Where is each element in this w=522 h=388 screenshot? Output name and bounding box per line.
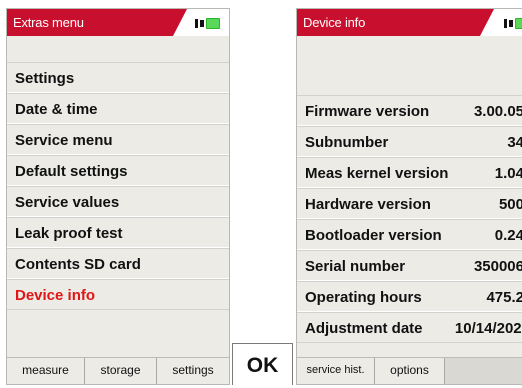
info-value: 500	[498, 196, 522, 213]
info-row-hardware-version: Hardware version 500	[297, 188, 522, 219]
menu-item-default-settings[interactable]: Default settings	[7, 155, 229, 186]
info-label: Serial number	[305, 258, 406, 275]
extras-menu-list: Settings Date & time Service menu Defaul…	[7, 62, 229, 310]
info-row-subnumber: Subnumber 34	[297, 126, 522, 157]
menu-item-contents-sd-card[interactable]: Contents SD card	[7, 248, 229, 279]
info-label: Subnumber	[305, 134, 389, 151]
info-row-adjustment-date: Adjustment date 10/14/2021	[297, 312, 522, 343]
info-value: 3.00.05	[473, 103, 522, 120]
menu-item-settings[interactable]: Settings	[7, 62, 229, 93]
info-value: 0.24	[494, 227, 522, 244]
battery-icon	[504, 18, 522, 29]
info-row-firmware-version: Firmware version 3.00.05	[297, 95, 522, 126]
menu-item-device-info[interactable]: Device info	[7, 279, 229, 310]
softkey-storage[interactable]: storage	[85, 358, 157, 384]
info-value: 475.2	[486, 289, 522, 306]
screen-title: Extras menu	[13, 15, 84, 30]
info-label: Bootloader version	[305, 227, 442, 244]
menu-item-service-values[interactable]: Service values	[7, 186, 229, 217]
menu-item-date-time[interactable]: Date & time	[7, 93, 229, 124]
device-info-list: Firmware version 3.00.05 Subnumber 34 Me…	[297, 95, 522, 343]
info-label: Hardware version	[305, 196, 431, 213]
info-label: Operating hours	[305, 289, 422, 306]
info-row-operating-hours: Operating hours 475.2	[297, 281, 522, 312]
battery-icon	[195, 18, 221, 29]
menu-item-service-menu[interactable]: Service menu	[7, 124, 229, 155]
softkey-settings[interactable]: settings	[157, 358, 229, 384]
ok-button[interactable]: OK	[232, 343, 293, 385]
softkey-bar: service hist. options	[297, 357, 522, 384]
softkey-service-hist[interactable]: service hist.	[297, 358, 375, 384]
info-value: 10/14/2021	[454, 320, 522, 337]
info-row-serial-number: Serial number 350006	[297, 250, 522, 281]
softkey-options[interactable]: options	[375, 358, 445, 384]
title-bar: Extras menu	[7, 9, 229, 36]
softkey-measure[interactable]: measure	[7, 358, 85, 384]
title-bar: Device info	[297, 9, 522, 36]
info-value: 34	[507, 134, 522, 151]
info-label: Firmware version	[305, 103, 430, 120]
info-label: Adjustment date	[305, 320, 423, 337]
device-info-screen: Device info Firmware version 3.00.05 Sub…	[296, 8, 522, 385]
menu-item-leak-proof-test[interactable]: Leak proof test	[7, 217, 229, 248]
extras-menu-screen: Extras menu Settings Date & time Service…	[6, 8, 230, 385]
info-row-bootloader-version: Bootloader version 0.24	[297, 219, 522, 250]
screen-title: Device info	[303, 15, 366, 30]
info-value: 1.04	[494, 165, 522, 182]
info-label: Meas kernel version	[305, 165, 449, 182]
info-value: 350006	[473, 258, 522, 275]
info-row-meas-kernel-version: Meas kernel version 1.04	[297, 157, 522, 188]
softkey-bar: measure storage settings	[7, 357, 229, 384]
